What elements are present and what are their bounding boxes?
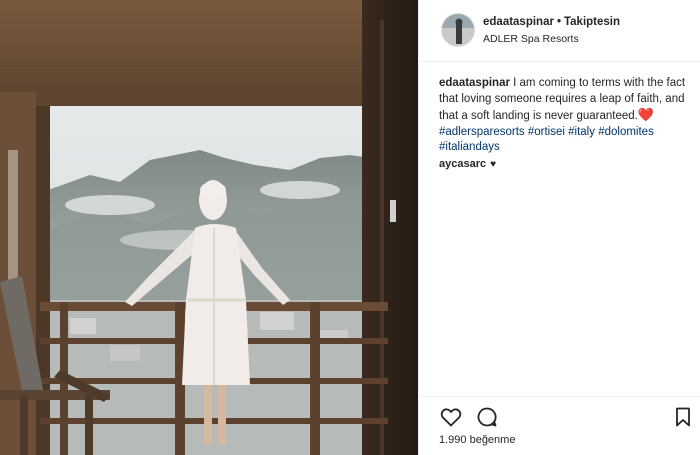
heart-outline-icon[interactable] [439, 405, 463, 429]
header-title-line: edaataspinar • Takiptesin [483, 16, 620, 28]
balcony-mountain-photo [0, 0, 418, 455]
hashtag-link[interactable]: #italiandays [439, 141, 500, 153]
separator-dot: • [556, 16, 561, 28]
hashtag-link[interactable]: #ortisei [528, 126, 565, 138]
hashtag-link[interactable]: #dolomites [598, 126, 654, 138]
comment-item: aycasarc ♥ [439, 158, 496, 170]
post-side-panel: edaataspinar • Takiptesin ADLER Spa Resort… [418, 0, 700, 455]
follow-status-button[interactable]: Takiptesin [564, 16, 620, 28]
username-link[interactable]: edaataspinar [483, 16, 554, 28]
comment-text: ♥ [490, 159, 497, 170]
comment-bubble-icon[interactable] [475, 405, 499, 429]
hashtag-link[interactable]: #adlersparesorts [439, 126, 525, 138]
action-bar [419, 396, 700, 432]
caption-username-link[interactable]: edaataspinar [439, 77, 510, 89]
heart-emoji-icon: ❤️ [637, 107, 655, 122]
hashtag-link[interactable]: #italy [568, 126, 595, 138]
post-caption: edaataspinar I am coming to terms with t… [439, 76, 691, 156]
comment-username-link[interactable]: aycasarc [439, 158, 486, 170]
likes-count[interactable]: 1.990 beğenme [439, 434, 515, 446]
post-header: edaataspinar • Takiptesin ADLER Spa Resort… [419, 0, 700, 62]
avatar-image [442, 14, 474, 46]
bookmark-icon[interactable] [671, 405, 695, 429]
location-link[interactable]: ADLER Spa Resorts [483, 33, 579, 45]
avatar[interactable] [441, 13, 475, 47]
post-photo[interactable] [0, 0, 418, 455]
